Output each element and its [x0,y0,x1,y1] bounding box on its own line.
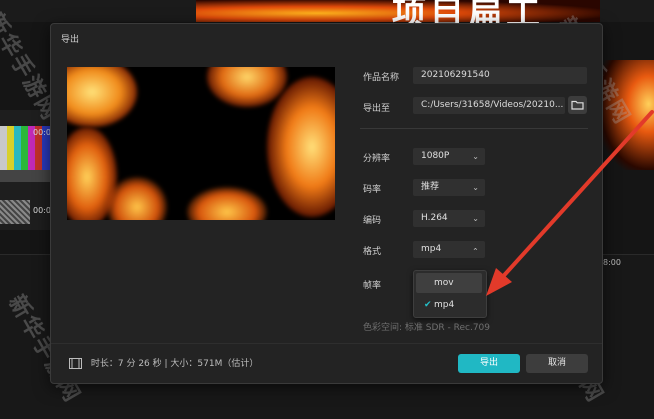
export-info: 时长：7 分 26 秒 | 大小：571M（估计） [69,356,258,369]
codec-select[interactable]: H.264 ⌄ [413,210,485,227]
name-input[interactable]: 202106291540 [413,67,587,84]
timeline-timecode: 8:00 [603,258,621,267]
bitrate-select[interactable]: 推荐 ⌄ [413,179,485,196]
chevron-down-icon: ⌄ [472,214,479,223]
film-icon [69,358,82,369]
format-option-mp4[interactable]: ✔ mp4 [416,295,482,315]
footer-divider [51,343,602,344]
option-label: mp4 [434,300,455,310]
dialog-title: 导出 [61,35,80,45]
option-label: mov [434,278,454,288]
format-value: mp4 [421,244,442,254]
format-dropdown: mov ✔ mp4 [413,270,487,318]
colorspace-text: 色彩空间: 标准 SDR - Rec.709 [363,323,490,333]
export-button[interactable]: 导出 [458,354,520,373]
folder-icon [571,100,584,110]
resolution-select[interactable]: 1080P ⌄ [413,148,485,165]
media-thumb-noise[interactable] [0,200,30,224]
resolution-value: 1080P [421,151,450,161]
export-preview [67,67,335,220]
media-thumb-colorbars-lower [0,170,50,182]
check-icon: ✔ [424,300,432,310]
bitrate-label: 码率 [363,185,382,195]
codec-value: H.264 [421,213,448,223]
format-select[interactable]: mp4 ⌄ [413,241,485,258]
section-divider [360,128,588,129]
format-label: 格式 [363,247,382,257]
path-label: 导出至 [363,104,391,114]
chevron-down-icon: ⌄ [472,152,479,161]
chevron-down-icon: ⌄ [472,183,479,192]
resolution-label: 分辨率 [363,154,391,164]
codec-label: 编码 [363,216,382,226]
export-info-text: 时长：7 分 26 秒 | 大小：571M（估计） [90,359,259,369]
framerate-label: 帧率 [363,281,382,291]
cancel-button[interactable]: 取消 [526,354,588,373]
format-option-mov[interactable]: mov [416,273,482,293]
bitrate-value: 推荐 [421,182,440,192]
chevron-up-icon: ⌄ [472,246,479,255]
path-input[interactable]: C:/Users/31658/Videos/20210... [413,97,565,114]
browse-folder-button[interactable] [568,96,587,114]
name-label: 作品名称 [363,73,400,83]
export-dialog: 导出 作品名称 202106291540 导出至 C:/Users/31658/… [50,23,603,384]
